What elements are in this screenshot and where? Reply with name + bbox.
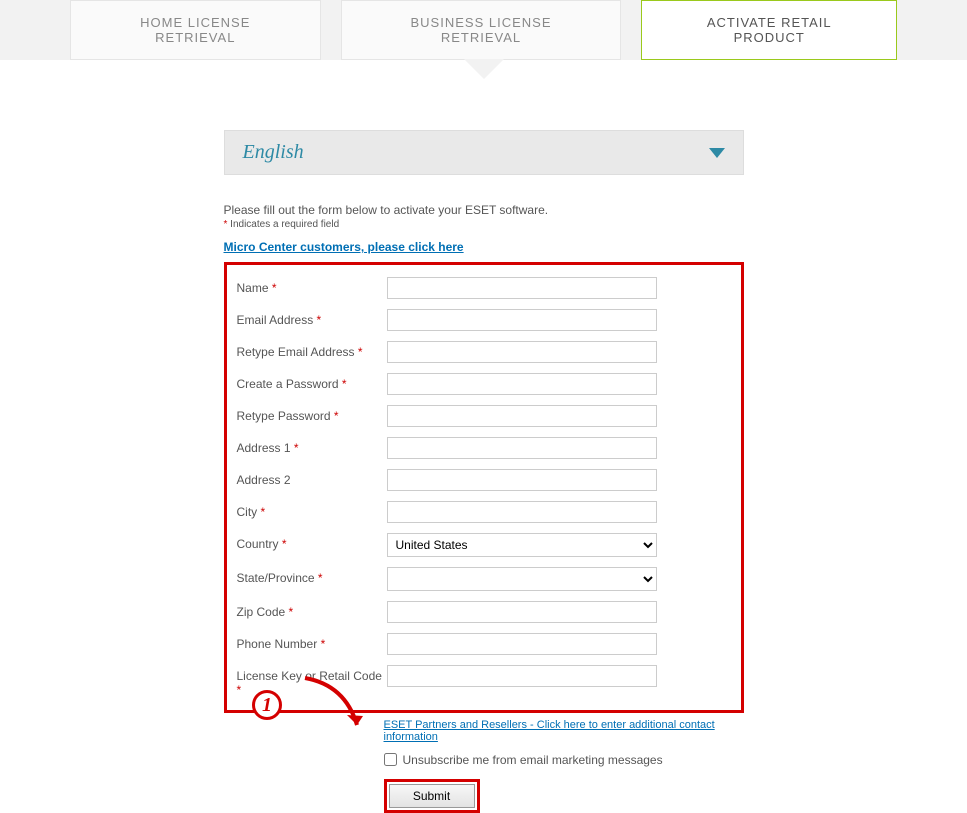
city-label: City *	[237, 501, 387, 519]
address1-label: Address 1 *	[237, 437, 387, 455]
country-label: Country *	[237, 533, 387, 551]
create-password-label: Create a Password *	[237, 373, 387, 391]
state-label: State/Province *	[237, 567, 387, 585]
retype-password-input[interactable]	[387, 405, 657, 427]
micro-center-link[interactable]: Micro Center customers, please click her…	[224, 240, 464, 254]
address2-input[interactable]	[387, 469, 657, 491]
phone-input[interactable]	[387, 633, 657, 655]
email-input[interactable]	[387, 309, 657, 331]
license-key-input[interactable]	[387, 665, 657, 687]
submit-button[interactable]: Submit	[389, 784, 475, 808]
tab-pointer-icon	[464, 59, 504, 79]
name-label: Name *	[237, 277, 387, 295]
zip-label: Zip Code *	[237, 601, 387, 619]
address1-input[interactable]	[387, 437, 657, 459]
email-label: Email Address *	[237, 309, 387, 327]
unsubscribe-label: Unsubscribe me from email marketing mess…	[403, 753, 663, 767]
retype-email-label: Retype Email Address *	[237, 341, 387, 359]
submit-highlight-box: Submit	[384, 779, 480, 813]
tab-business-license[interactable]: BUSINESS LICENSE RETRIEVAL	[341, 0, 622, 60]
tab-home-license[interactable]: HOME LICENSE RETRIEVAL	[70, 0, 321, 60]
tabs-bar: HOME LICENSE RETRIEVAL BUSINESS LICENSE …	[0, 0, 967, 60]
unsubscribe-checkbox[interactable]	[384, 753, 397, 766]
city-input[interactable]	[387, 501, 657, 523]
activation-form: Name * Email Address * Retype Email Addr…	[224, 262, 744, 713]
partners-resellers-link[interactable]: ESET Partners and Resellers - Click here…	[384, 719, 715, 743]
address2-label: Address 2	[237, 469, 387, 487]
create-password-input[interactable]	[387, 373, 657, 395]
language-selected-label: English	[243, 141, 304, 164]
zip-input[interactable]	[387, 601, 657, 623]
tab-activate-retail[interactable]: ACTIVATE RETAIL PRODUCT	[641, 0, 897, 60]
name-input[interactable]	[387, 277, 657, 299]
chevron-down-icon	[709, 148, 725, 158]
content-area: English Please fill out the form below t…	[0, 60, 967, 813]
state-select[interactable]	[387, 567, 657, 591]
required-note: * Indicates a required field	[224, 219, 744, 230]
country-select[interactable]: United States	[387, 533, 657, 557]
retype-email-input[interactable]	[387, 341, 657, 363]
retype-password-label: Retype Password *	[237, 405, 387, 423]
phone-label: Phone Number *	[237, 633, 387, 651]
instructions-text: Please fill out the form below to activa…	[224, 203, 744, 217]
language-selector[interactable]: English	[224, 130, 744, 175]
step-1-annotation-icon: 1	[252, 690, 282, 720]
